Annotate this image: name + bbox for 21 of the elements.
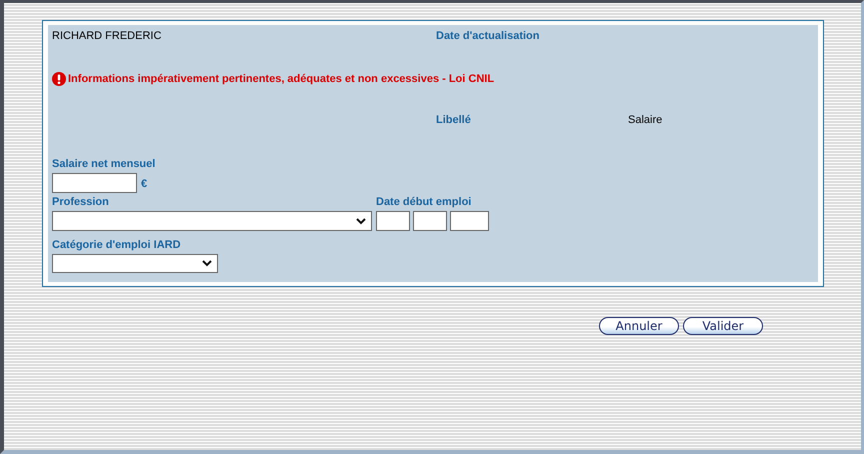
day-field[interactable] [376, 211, 410, 231]
month-field[interactable] [413, 211, 447, 231]
year-field[interactable] [450, 211, 489, 231]
cancel-button[interactable]: Annuler [599, 317, 679, 335]
salary-label: Salaire net mensuel [52, 158, 156, 170]
category-dropdown[interactable] [52, 254, 218, 273]
start-date-label: Date début emploi [376, 196, 472, 208]
date-label: Date d'actualisation [436, 30, 540, 42]
libelle-label: Libellé [436, 114, 472, 126]
currency-symbol: € [141, 178, 148, 190]
salary-field[interactable] [52, 173, 137, 193]
warning-icon [52, 72, 66, 86]
category-label: Catégorie d'emploi IARD [52, 239, 182, 251]
profession-dropdown[interactable] [52, 211, 372, 231]
chevron-down-icon [202, 260, 212, 267]
profession-label: Profession [52, 196, 110, 208]
chevron-down-icon [356, 218, 366, 224]
warning-text: Informations impérativement pertinentes, adéquates et non excessives - Loi CNIL [68, 73, 494, 85]
libelle-value: Salaire [628, 114, 662, 126]
client-name: RICHARD FREDERIC [52, 30, 162, 42]
validate-button[interactable]: Valider [683, 317, 763, 335]
